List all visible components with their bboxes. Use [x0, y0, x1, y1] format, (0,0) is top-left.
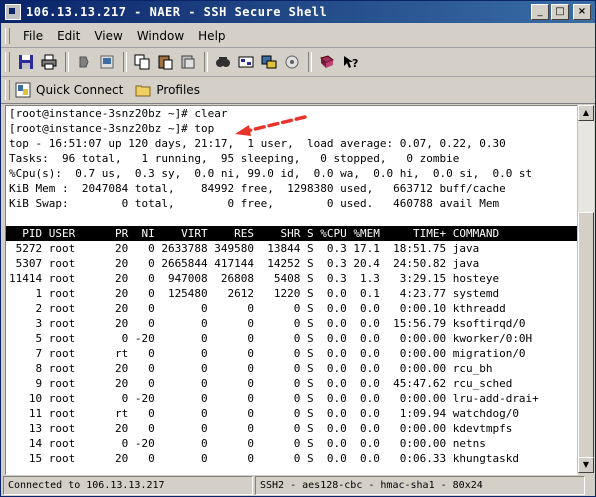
app-window: 106.13.13.217 - NAER - SSH Secure Shell … — [0, 0, 596, 497]
svg-text:?: ? — [352, 57, 358, 70]
quick-connect-bar: Quick Connect Profiles — [1, 77, 595, 104]
process-row: 5272 root 20 0 2633788 349580 13844 S 0.… — [9, 242, 480, 255]
terminal-line: KiB Mem : 2047084 total, 84992 free, 129… — [9, 182, 506, 195]
help-icon[interactable]: ? — [339, 52, 360, 73]
file-transfer-icon[interactable] — [258, 52, 279, 73]
menu-grip[interactable] — [5, 28, 10, 44]
process-row: 1 root 20 0 125480 2612 1220 S 0.0 0.1 4… — [9, 287, 500, 300]
process-row: 8 root 20 0 0 0 0 S 0.0 0.0 0:00.00 rcu_… — [9, 362, 493, 375]
toolbar: ? — [1, 48, 595, 77]
terminal-scrollbar[interactable]: ▲ ▼ — [577, 105, 594, 473]
cipher-status: SSH2 - aes128-cbc - hmac-sha1 - 80x24 — [255, 476, 585, 495]
process-row: 2 root 20 0 0 0 0 S 0.0 0.0 0:00.10 kthr… — [9, 302, 506, 315]
toolbar-grip[interactable] — [5, 52, 10, 72]
process-row: 10 root 0 -20 0 0 0 S 0.0 0.0 0:00.00 lr… — [9, 392, 539, 405]
scroll-thumb[interactable] — [578, 212, 594, 467]
terminal-line: %Cpu(s): 0.7 us, 0.3 sy, 0.0 ni, 99.0 id… — [9, 167, 533, 180]
maximize-button[interactable]: □ — [551, 4, 569, 20]
print-icon[interactable] — [38, 52, 59, 73]
terminal-line: KiB Swap: 0 total, 0 free, 0 used. 46078… — [9, 197, 500, 210]
process-table-header: PID USER PR NI VIRT RES SHR S %CPU %MEM … — [6, 226, 577, 241]
scroll-up-button[interactable]: ▲ — [578, 105, 594, 121]
menu-bar: File Edit View Window Help — [1, 25, 595, 48]
quick-connect-button[interactable]: Quick Connect — [15, 82, 123, 98]
toolbar-separator — [123, 52, 127, 72]
connection-status: Connected to 106.13.13.217 — [3, 476, 253, 495]
key-icon[interactable] — [281, 52, 302, 73]
profile-icon[interactable] — [316, 52, 337, 73]
copy-icon[interactable] — [131, 52, 152, 73]
folder-icon — [135, 85, 151, 97]
process-row: 7 root rt 0 0 0 0 S 0.0 0.0 0:00.00 migr… — [9, 347, 526, 360]
profiles-button[interactable]: Profiles — [135, 82, 200, 98]
window-title: 106.13.13.217 - NAER - SSH Secure Shell — [26, 5, 328, 19]
menu-edit[interactable]: Edit — [50, 29, 87, 43]
settings-icon[interactable] — [235, 52, 256, 73]
process-row: 11 root rt 0 0 0 0 S 0.0 0.0 1:09.94 wat… — [9, 407, 519, 420]
menu-window[interactable]: Window — [130, 29, 191, 43]
find-icon[interactable] — [212, 52, 233, 73]
process-row: 15 root 20 0 0 0 0 S 0.0 0.0 0:06.33 khu… — [9, 452, 519, 465]
process-row: 5307 root 20 0 2665844 417144 14252 S 0.… — [9, 257, 480, 270]
close-button[interactable]: × — [573, 4, 591, 20]
menu-help[interactable]: Help — [191, 29, 232, 43]
window-controls: _ □ × — [531, 4, 591, 20]
toolbar-separator — [65, 52, 69, 72]
terminal-area[interactable]: [root@instance-3snz20bz ~]# clear [root@… — [5, 105, 578, 475]
process-row: 11414 root 20 0 947008 26808 5408 S 0.3 … — [9, 272, 500, 285]
toolbar-separator — [204, 52, 208, 72]
scroll-down-button[interactable]: ▼ — [578, 457, 594, 473]
profiles-label: Profiles — [156, 83, 200, 97]
process-row: 3 root 20 0 0 0 0 S 0.0 0.0 15:56.79 kso… — [9, 317, 526, 330]
menu-view[interactable]: View — [87, 29, 129, 43]
connect-icon[interactable] — [96, 52, 117, 73]
paste-icon[interactable] — [154, 52, 175, 73]
quick-connect-icon — [15, 82, 31, 98]
terminal-line: Tasks: 96 total, 1 running, 95 sleeping,… — [9, 152, 460, 165]
app-icon — [5, 4, 21, 20]
quickbar-grip[interactable] — [5, 80, 10, 100]
paste-special-icon[interactable] — [177, 52, 198, 73]
disconnect-icon[interactable] — [73, 52, 94, 73]
minimize-button[interactable]: _ — [531, 4, 549, 20]
save-icon[interactable] — [15, 52, 36, 73]
annotation-arrow — [235, 115, 307, 136]
process-row: 14 root 0 -20 0 0 0 S 0.0 0.0 0:00.00 ne… — [9, 437, 486, 450]
menu-file[interactable]: File — [16, 29, 50, 43]
status-bar: Connected to 106.13.13.217 SSH2 - aes128… — [1, 475, 595, 496]
process-row: 9 root 20 0 0 0 0 S 0.0 0.0 45:47.62 rcu… — [9, 377, 513, 390]
process-row: 13 root 20 0 0 0 0 S 0.0 0.0 0:00.00 kde… — [9, 422, 513, 435]
toolbar-separator — [308, 52, 312, 72]
title-bar[interactable]: 106.13.13.217 - NAER - SSH Secure Shell … — [1, 1, 595, 23]
process-row: 5 root 0 -20 0 0 0 S 0.0 0.0 0:00.00 kwo… — [9, 332, 533, 345]
quick-connect-label: Quick Connect — [36, 83, 124, 97]
